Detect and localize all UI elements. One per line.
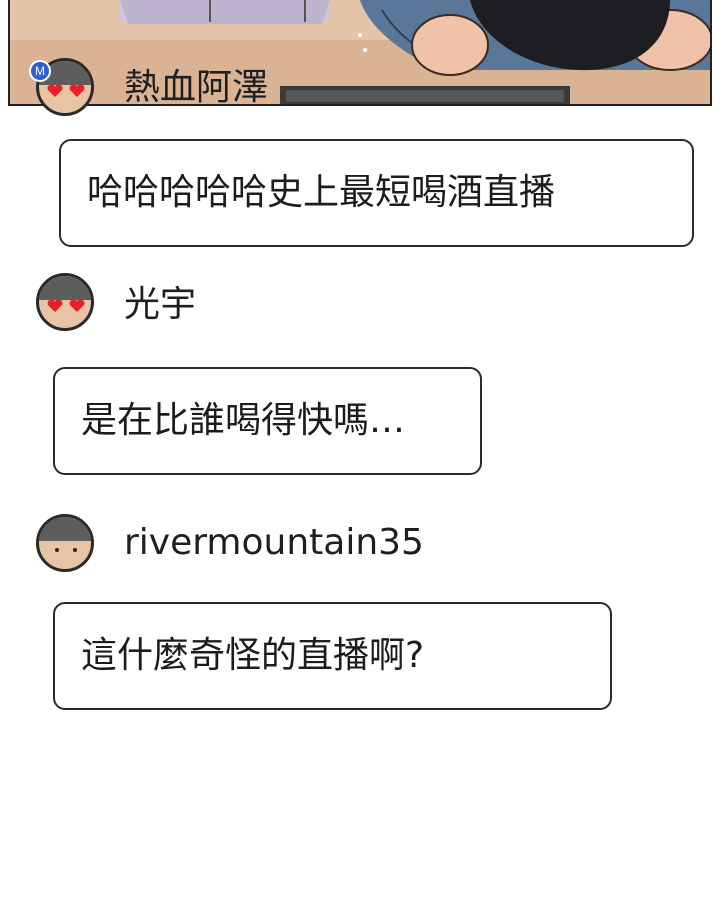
eye-icon xyxy=(73,548,77,552)
heart-eye-icon xyxy=(69,299,85,312)
eye-icon xyxy=(55,548,59,552)
comment-bubble: 這什麼奇怪的直播啊? xyxy=(53,602,612,710)
comment-username: 熱血阿澤 xyxy=(124,67,269,108)
heart-eye-icon xyxy=(47,84,63,97)
heart-eye-icon xyxy=(69,84,85,97)
comment-username: 光宇 xyxy=(124,284,197,325)
comment-text: 哈哈哈哈哈史上最短喝酒直播 xyxy=(87,172,556,213)
comic-panel xyxy=(8,0,712,106)
comment-text: 這什麼奇怪的直播啊? xyxy=(81,635,425,676)
comment-bubble: 哈哈哈哈哈史上最短喝酒直播 xyxy=(59,139,694,247)
heart-eye-icon xyxy=(47,299,63,312)
comment-text: 是在比誰喝得快嗎… xyxy=(81,400,406,441)
member-badge-icon: M xyxy=(29,60,51,82)
plain-face-avatar xyxy=(36,514,94,572)
comment-bubble: 是在比誰喝得快嗎… xyxy=(53,367,482,475)
comment-username: rivermountain35 xyxy=(124,522,424,563)
heart-eyes-avatar xyxy=(36,273,94,331)
